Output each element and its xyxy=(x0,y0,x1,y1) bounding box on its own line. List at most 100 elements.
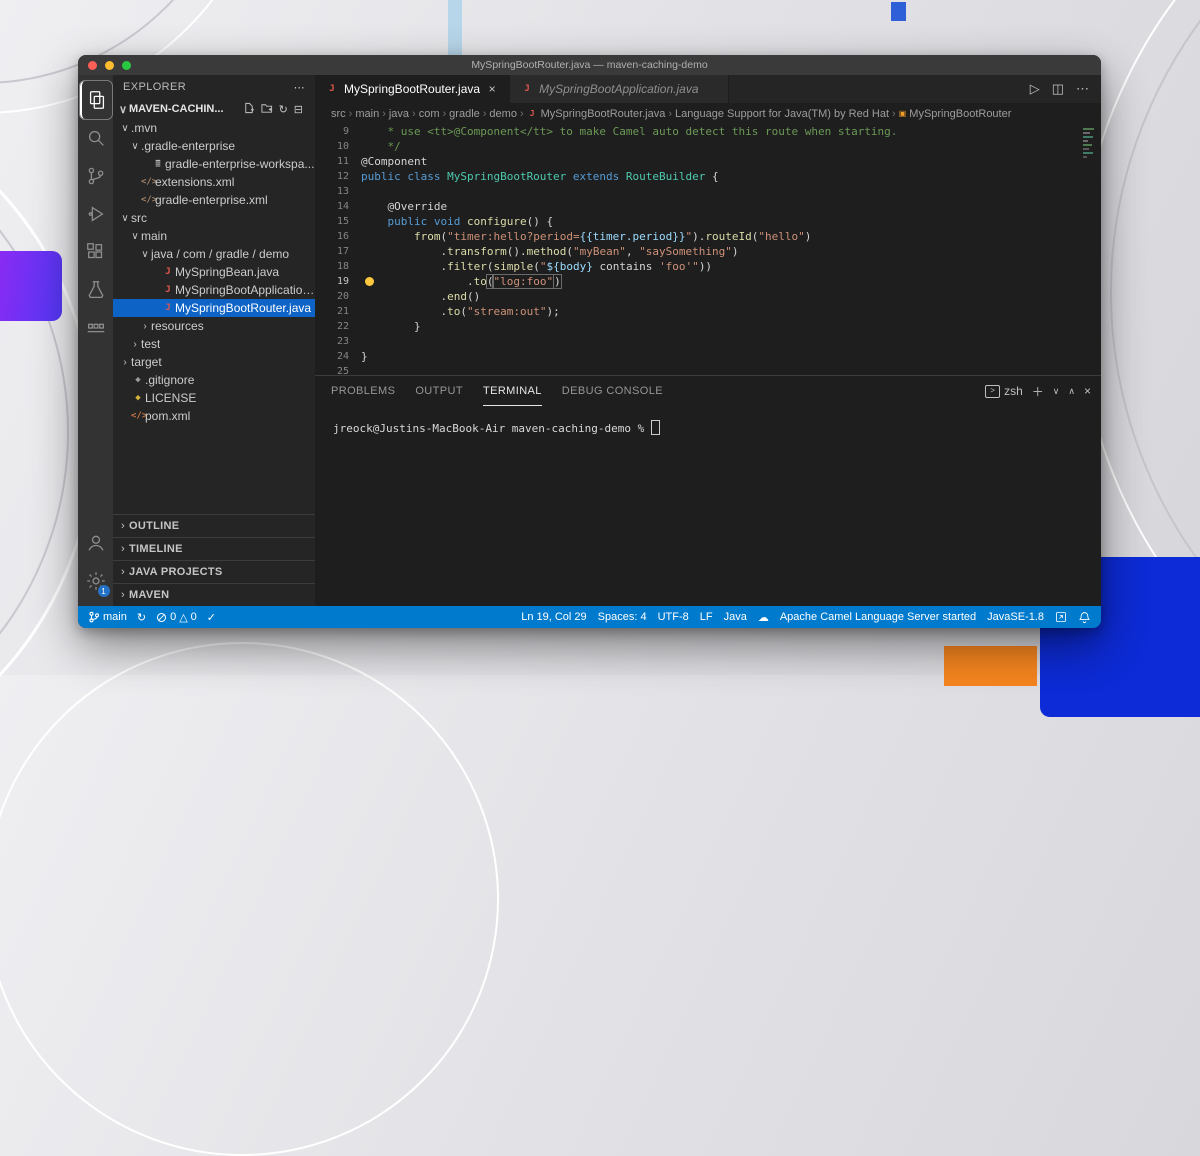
line-number[interactable]: 11 xyxy=(315,154,361,169)
code-line[interactable]: 11 @Component xyxy=(315,154,1101,169)
line-number[interactable]: 24 xyxy=(315,349,361,364)
breadcrumb-item[interactable]: java xyxy=(389,108,409,120)
line-number[interactable]: 19 xyxy=(315,274,361,289)
section-java-projects[interactable]: › JAVA PROJECTS xyxy=(113,560,315,583)
checks-indicator[interactable]: ✓ xyxy=(207,611,216,624)
tree-item-resources[interactable]: › resources xyxy=(113,317,315,335)
terminal-shell-select[interactable]: > zsh xyxy=(985,384,1023,398)
problems-indicator[interactable]: 0 △ 0 xyxy=(156,611,197,624)
code-editor[interactable]: 9 * use <tt>@Component</tt> to make Came… xyxy=(315,124,1101,375)
code-line[interactable]: 12 public class MySpringBootRouter extend… xyxy=(315,169,1101,184)
line-number[interactable]: 21 xyxy=(315,304,361,319)
collapse-all-button[interactable]: ⊟ xyxy=(294,103,303,116)
source-control-icon[interactable] xyxy=(81,157,111,195)
panel-tab-terminal[interactable]: TERMINAL xyxy=(482,376,542,406)
tree-item-license[interactable]: ◆ LICENSE xyxy=(113,389,315,407)
terminal-content[interactable]: jreock@Justins-MacBook-Air maven-caching… xyxy=(315,406,1101,606)
testing-icon[interactable] xyxy=(81,271,111,309)
split-editor-icon[interactable]: ◫ xyxy=(1052,81,1064,97)
breadcrumb-item[interactable]: J MySpringBootRouter.java xyxy=(527,108,666,120)
code-line[interactable]: 15 public void configure() { xyxy=(315,214,1101,229)
line-number[interactable]: 10 xyxy=(315,139,361,154)
search-icon[interactable] xyxy=(81,119,111,157)
accounts-icon[interactable] xyxy=(81,524,111,562)
line-number[interactable]: 12 xyxy=(315,169,361,184)
tab-myspringbootrouter-java[interactable]: J MySpringBootRouter.java × xyxy=(315,75,511,103)
breadcrumb-item[interactable]: demo xyxy=(489,108,517,120)
status-camel-status[interactable]: Apache Camel Language Server started xyxy=(780,611,976,623)
tree-item--mvn[interactable]: ∨ .mvn xyxy=(113,119,315,137)
code-line[interactable]: 24} xyxy=(315,349,1101,364)
run-debug-icon[interactable] xyxy=(81,195,111,233)
breadcrumb-item[interactable]: com xyxy=(419,108,440,120)
line-number[interactable]: 14 xyxy=(315,199,361,214)
code-line[interactable]: 19 .to("log:foo") xyxy=(315,274,1101,289)
branch-indicator[interactable]: main xyxy=(88,611,127,623)
breadcrumb-item[interactable]: Language Support for Java(TM) by Red Hat xyxy=(675,108,889,120)
minimize-window-button[interactable] xyxy=(105,60,114,70)
breadcrumb-item[interactable]: gradle xyxy=(449,108,480,120)
code-line[interactable]: 21 .to("stream:out"); xyxy=(315,304,1101,319)
run-file-icon[interactable]: ▷ xyxy=(1030,81,1040,97)
extensions-icon[interactable] xyxy=(81,233,111,271)
editor-more-actions-icon[interactable]: ⋯ xyxy=(1076,81,1089,97)
terminal-dropdown-icon[interactable]: ∨ xyxy=(1053,386,1060,397)
settings-gear-icon[interactable]: 1 xyxy=(81,562,111,600)
code-line[interactable]: 16 from("timer:hello?period={{timer.peri… xyxy=(315,229,1101,244)
code-line[interactable]: 18 .filter(simple("${body} contains 'foo… xyxy=(315,259,1101,274)
code-line[interactable]: 22 } xyxy=(315,319,1101,334)
new-terminal-icon[interactable]: ＋ xyxy=(1032,383,1044,400)
status-language-mode[interactable]: Java xyxy=(724,611,747,623)
code-line[interactable]: 20 .end() xyxy=(315,289,1101,304)
workspace-header[interactable]: ∨ MAVEN-CACHIN... ↻ ⊟ xyxy=(113,99,315,119)
line-number[interactable]: 15 xyxy=(315,214,361,229)
tree-item-target[interactable]: › target xyxy=(113,353,315,371)
status-cursor-position[interactable]: Ln 19, Col 29 xyxy=(521,611,586,623)
tree-item--gitignore[interactable]: ◆ .gitignore xyxy=(113,371,315,389)
code-line[interactable]: 17 .transform().method("myBean", "saySom… xyxy=(315,244,1101,259)
tree-item-myspringbootrouter-java[interactable]: J MySpringBootRouter.java xyxy=(113,299,315,317)
panel-tab-debug-console[interactable]: DEBUG CONSOLE xyxy=(562,376,663,406)
status-indentation[interactable]: Spaces: 4 xyxy=(598,611,647,623)
status-java-version[interactable]: JavaSE-1.8 xyxy=(987,611,1044,623)
close-panel-icon[interactable]: × xyxy=(1084,384,1091,398)
breadcrumb-item[interactable]: ▣ MySpringBootRouter xyxy=(899,108,1012,120)
status-encoding[interactable]: UTF-8 xyxy=(658,611,689,623)
tree-item-myspringbootapplication-[interactable]: J MySpringBootApplication.... xyxy=(113,281,315,299)
line-number[interactable]: 16 xyxy=(315,229,361,244)
line-number[interactable]: 17 xyxy=(315,244,361,259)
tree-item-pom-xml[interactable]: </> pom.xml xyxy=(113,407,315,425)
explorer-more-actions-icon[interactable]: ⋯ xyxy=(294,81,305,94)
tree-item-main[interactable]: ∨ main xyxy=(113,227,315,245)
line-number[interactable]: 18 xyxy=(315,259,361,274)
section-maven[interactable]: › MAVEN xyxy=(113,583,315,606)
close-tab-icon[interactable]: × xyxy=(485,82,499,96)
window-titlebar[interactable]: MySpringBootRouter.java — maven-caching-… xyxy=(78,55,1101,75)
section-outline[interactable]: › OUTLINE xyxy=(113,514,315,537)
code-line[interactable]: 13 xyxy=(315,184,1101,199)
line-number[interactable]: 25 xyxy=(315,364,361,375)
docker-icon[interactable] xyxy=(81,309,111,347)
tree-item-test[interactable]: › test xyxy=(113,335,315,353)
line-number[interactable]: 13 xyxy=(315,184,361,199)
line-number[interactable]: 23 xyxy=(315,334,361,349)
breadcrumb-item[interactable]: main xyxy=(355,108,379,120)
line-number[interactable]: 9 xyxy=(315,124,361,139)
status-eol[interactable]: LF xyxy=(700,611,713,623)
code-line[interactable]: 23 xyxy=(315,334,1101,349)
sync-button[interactable]: ↻ xyxy=(137,611,146,624)
code-line[interactable]: 14 @Override xyxy=(315,199,1101,214)
zoom-window-button[interactable] xyxy=(122,60,131,70)
line-number[interactable]: 20 xyxy=(315,289,361,304)
minimap[interactable] xyxy=(1082,126,1098,176)
new-folder-button[interactable] xyxy=(261,102,273,117)
section-timeline[interactable]: › TIMELINE xyxy=(113,537,315,560)
panel-tab-problems[interactable]: PROBLEMS xyxy=(331,376,395,406)
maximize-panel-icon[interactable]: ∧ xyxy=(1068,386,1075,397)
line-number[interactable]: 22 xyxy=(315,319,361,334)
code-line[interactable]: 9 * use <tt>@Component</tt> to make Came… xyxy=(315,124,1101,139)
explorer-icon[interactable] xyxy=(78,80,113,120)
breadcrumb-item[interactable]: src xyxy=(331,108,346,120)
cloud-icon[interactable]: ☁ xyxy=(758,611,769,624)
new-file-button[interactable] xyxy=(243,102,255,117)
